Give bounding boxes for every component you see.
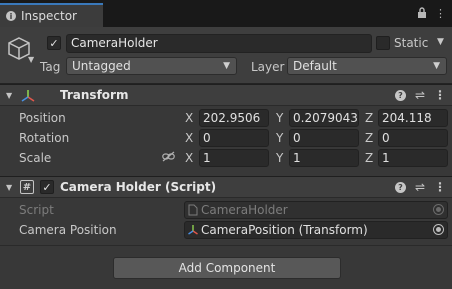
camera-holder-script-header[interactable]: ▼ # ✓ Camera Holder (Script) ? ⇌ ⋮ [0,176,452,198]
layer-value: Default [293,59,337,73]
component-menu-icon[interactable]: ⋮ [434,180,446,194]
script-component-title: Camera Holder (Script) [60,180,217,194]
kebab-menu-icon[interactable]: ⋮ [435,7,446,21]
info-icon: i [6,11,16,21]
position-z-field[interactable]: 204.118 [378,109,448,127]
scale-z-field[interactable]: 1 [378,149,448,167]
inspector-tab[interactable]: i Inspector [0,3,103,27]
object-picker-icon [433,204,444,215]
transform-header[interactable]: ▼ Transform ? ⇌ ⋮ [0,84,452,106]
tab-bar: i Inspector ⋮ [0,0,452,27]
presets-icon[interactable]: ⇌ [415,180,425,194]
transform-axes-icon [21,90,35,102]
layer-label: Layer [251,60,285,74]
static-checkbox[interactable] [376,36,390,50]
script-header-tools: ? ⇌ ⋮ [394,180,446,194]
scale-label: Scale [19,151,52,165]
foldout-arrow-icon[interactable]: ▼ [6,91,12,100]
position-y-field[interactable]: 0.2079043 [289,109,359,127]
script-object-field: CameraHolder [184,201,448,219]
scale-x-field[interactable]: 1 [199,149,269,167]
inspector-tab-label: Inspector [21,9,77,23]
position-x-field[interactable]: 202.9506 [199,109,269,127]
constrain-proportions-icon[interactable] [162,151,175,165]
tag-label: Tag [40,60,61,74]
layer-dropdown[interactable]: Default ▼ [287,57,447,75]
axis-x-label[interactable]: X [185,151,193,165]
gameobject-name-field[interactable]: CameraHolder [66,34,372,53]
add-component-button[interactable]: Add Component [113,257,341,279]
camera-position-row: Camera Position CameraPosition (Transfor… [0,220,452,240]
foldout-arrow-icon[interactable]: ▼ [6,183,12,192]
script-label: Script [19,203,54,217]
chevron-down-icon: ▼ [433,61,440,71]
camera-position-label: Camera Position [19,223,117,237]
tag-value: Untagged [72,59,131,73]
component-menu-icon[interactable]: ⋮ [434,88,446,102]
transform-header-tools: ? ⇌ ⋮ [394,88,446,102]
chevron-down-icon: ▼ [223,61,230,71]
script-file-icon [188,204,198,216]
axis-y-label[interactable]: Y [276,131,283,145]
camera-position-object-field[interactable]: CameraPosition (Transform) [184,221,448,239]
static-label: Static [394,36,429,50]
script-value: CameraHolder [201,203,288,217]
csharp-script-icon: # [20,180,34,194]
rotation-y-field[interactable]: 0 [289,129,359,147]
axis-z-label[interactable]: Z [365,131,373,145]
axis-z-label[interactable]: Z [365,151,373,165]
icon-dropdown-arrow-icon[interactable]: ▼ [28,55,34,64]
help-icon[interactable]: ? [394,89,406,101]
object-picker-icon[interactable] [433,224,444,235]
axis-y-label[interactable]: Y [276,111,283,125]
help-icon[interactable]: ? [394,181,406,193]
axis-x-label[interactable]: X [185,111,193,125]
axis-z-label[interactable]: Z [365,111,373,125]
axis-y-label[interactable]: Y [276,151,283,165]
active-checkbox[interactable]: ✓ [47,36,61,50]
rotation-x-field[interactable]: 0 [199,129,269,147]
camera-position-value: CameraPosition (Transform) [201,223,368,237]
tag-dropdown[interactable]: Untagged ▼ [66,57,237,75]
presets-icon[interactable]: ⇌ [415,88,425,102]
position-label: Position [19,111,66,125]
gameobject-header: ▼ ✓ CameraHolder Static ▼ Tag Untagged ▼… [0,27,452,84]
lock-icon[interactable] [417,7,427,21]
transform-axes-icon [188,225,198,235]
script-row: Script CameraHolder [0,200,452,220]
static-dropdown-icon[interactable]: ▼ [437,37,444,47]
divider [0,245,452,246]
axis-x-label[interactable]: X [185,131,193,145]
tab-tools: ⋮ [417,7,446,21]
position-row: Position X 202.9506 Y 0.2079043 Z 204.11… [0,108,452,128]
rotation-label: Rotation [19,131,70,145]
scale-row: Scale X 1 Y 1 Z 1 [0,148,452,168]
scale-y-field[interactable]: 1 [289,149,359,167]
component-enabled-checkbox[interactable]: ✓ [40,180,54,194]
rotation-row: Rotation X 0 Y 0 Z 0 [0,128,452,148]
rotation-z-field[interactable]: 0 [378,129,448,147]
transform-title: Transform [60,88,129,102]
